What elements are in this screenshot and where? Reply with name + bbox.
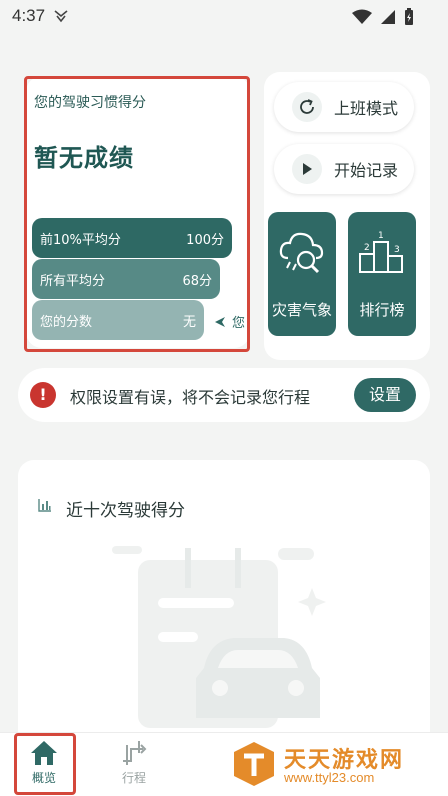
nav-trips-label: 行程 (121, 771, 146, 785)
svg-text:2: 2 (364, 243, 370, 253)
score-value: 暂无成绩 (34, 144, 134, 172)
bar-value: 无 (182, 314, 196, 330)
bar-label: 所有平均分 (40, 273, 106, 289)
start-record-button[interactable]: 开始记录 (274, 144, 414, 194)
podium-icon: 1 2 3 (359, 231, 403, 273)
weather-search-icon (279, 232, 324, 274)
route-icon (123, 741, 147, 765)
play-icon (292, 154, 322, 184)
top10-average-bar: 前10%平均分 100分 (32, 218, 232, 258)
watermark-url: www.ttyl23.com (284, 770, 375, 785)
commute-mode-button[interactable]: 上班模式 (274, 82, 414, 132)
warning-text: 权限设置有误，将不会记录您行程 (70, 388, 311, 407)
bar-value: 68分 (182, 273, 212, 289)
notification-icon (54, 10, 68, 23)
svg-text:1: 1 (378, 231, 384, 241)
ranking-tile-label: 排行榜 (359, 301, 405, 319)
permission-warning: ! 权限设置有误，将不会记录您行程 设置 (18, 368, 430, 422)
ranking-tile[interactable]: 1 2 3 排行榜 (348, 212, 416, 336)
your-score-bar: 您的分数 无 (32, 300, 204, 340)
site-watermark: 天天游戏网 www.ttyl23.com (230, 738, 430, 790)
signal-icon (381, 10, 395, 24)
alert-icon: ! (30, 382, 56, 408)
svg-text:3: 3 (394, 245, 400, 255)
disaster-weather-tile[interactable]: 灾害气象 (268, 212, 336, 336)
settings-button[interactable]: 设置 (354, 378, 416, 412)
start-record-label: 开始记录 (334, 161, 399, 180)
bar-chart-icon (38, 499, 51, 512)
score-card-title: 您的驾驶习惯得分 (34, 95, 146, 111)
bar-label: 前10%平均分 (40, 232, 121, 248)
status-bar: 4:37 (0, 0, 448, 34)
empty-state-car-illustration (112, 546, 326, 728)
recent-scores-title: 近十次驾驶得分 (66, 501, 185, 521)
status-time: 4:37 (12, 6, 46, 25)
actions-panel: 上班模式 开始记录 灾害气象 1 2 3 排行榜 (264, 72, 430, 360)
refresh-icon (292, 92, 322, 122)
you-label: 您 (232, 316, 246, 331)
triangle-left-icon (215, 316, 225, 327)
nav-home-label: 概览 (31, 771, 56, 785)
nav-home[interactable]: 概览 (14, 739, 74, 786)
top-panel: 您的驾驶习惯得分 暂无成绩 前10%平均分 100分 所有平均分 68分 您的分… (24, 72, 430, 360)
your-position-marker: 您 (214, 312, 245, 331)
battery-icon (405, 8, 413, 25)
all-average-bar: 所有平均分 68分 (32, 259, 220, 299)
weather-tile-label: 灾害气象 (271, 301, 332, 319)
status-icons (352, 8, 414, 26)
recent-scores-card: 近十次驾驶得分 (18, 460, 430, 750)
bar-label: 您的分数 (40, 314, 93, 330)
commute-mode-label: 上班模式 (334, 99, 399, 118)
nav-trips[interactable]: 行程 (104, 739, 164, 786)
driving-score-card[interactable]: 您的驾驶习惯得分 暂无成绩 前10%平均分 100分 所有平均分 68分 您的分… (26, 76, 250, 348)
bar-value: 100分 (186, 232, 224, 248)
watermark-logo (234, 742, 274, 786)
wifi-icon (352, 9, 372, 24)
home-icon (31, 741, 57, 765)
